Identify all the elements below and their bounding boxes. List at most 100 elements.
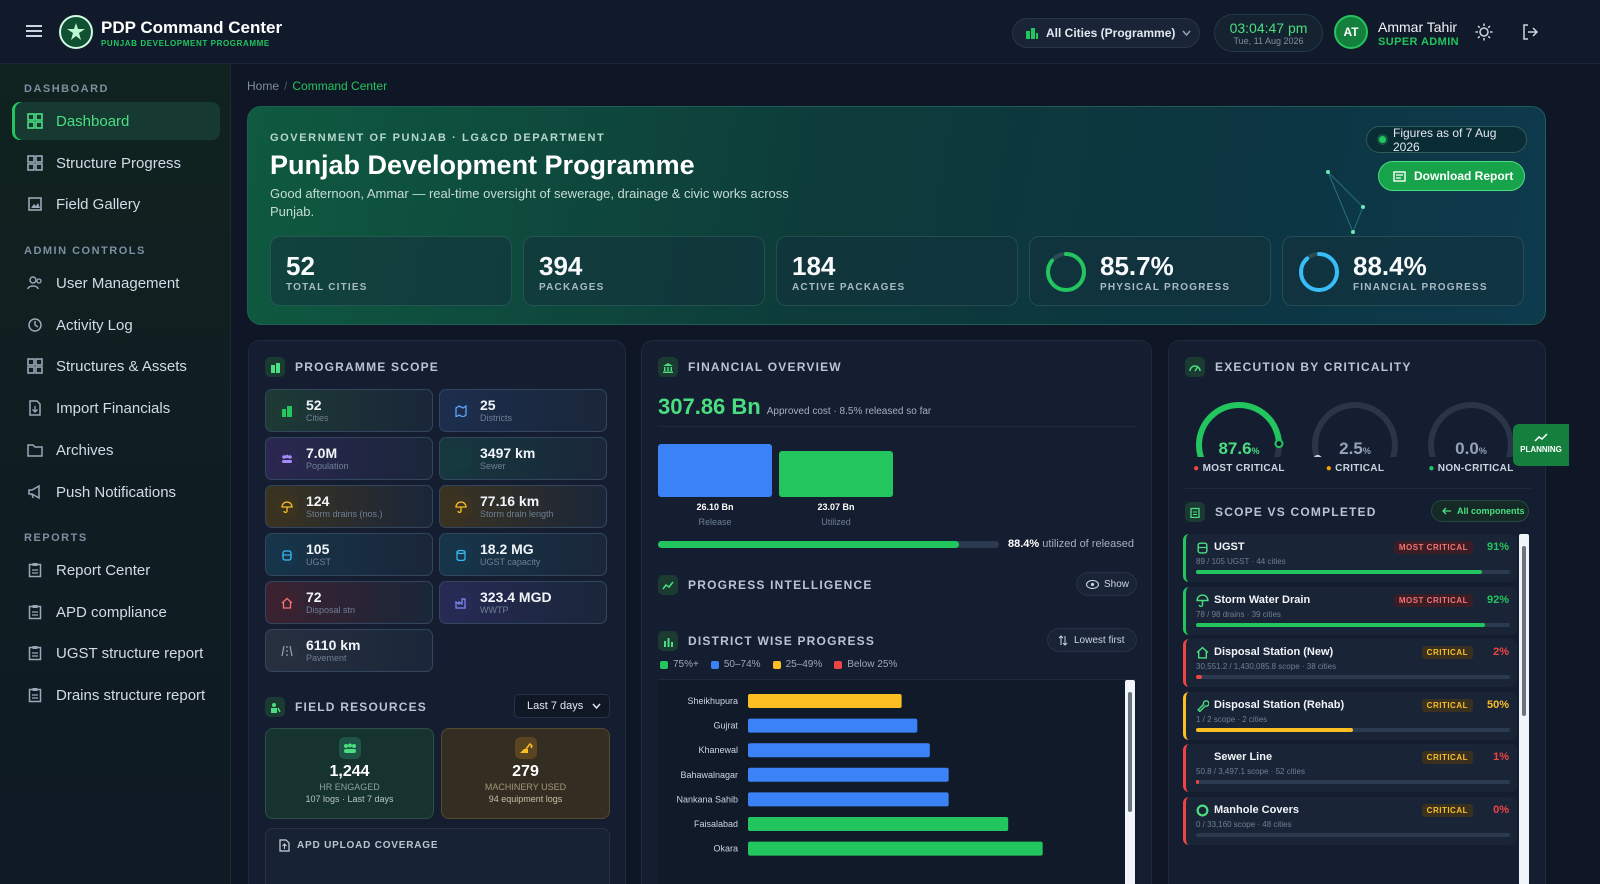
sidebar-item-report-center[interactable]: Report Center <box>12 551 220 589</box>
district-bar[interactable] <box>748 694 902 708</box>
bar-label: Bahawalnagar <box>680 770 738 780</box>
gauge-dot: ● <box>1193 463 1203 474</box>
scope-tile: 7.0M Population <box>265 437 433 480</box>
programme-scope-title: PROGRAMME SCOPE <box>295 360 440 374</box>
criticality-badge: MOST CRITICAL <box>1393 541 1473 554</box>
apd-upload-coverage-card: APD UPLOAD COVERAGE <box>265 828 610 884</box>
scope-list-scrollbar[interactable] <box>1519 534 1529 884</box>
sidebar-item-user-management[interactable]: User Management <box>12 264 220 302</box>
field-resources-title: FIELD RESOURCES <box>295 700 428 714</box>
district-bar[interactable] <box>748 718 918 733</box>
top-bar: PDP Command Center PUNJAB DEVELOPMENT PR… <box>0 0 1600 64</box>
stat-label: PACKAGES <box>539 282 605 293</box>
clipboard-icon <box>26 603 44 621</box>
scope-row-progress-track <box>1196 727 1510 732</box>
chart-scrollbar-thumb[interactable] <box>1128 692 1132 812</box>
scope-row-progress-fill <box>1196 675 1203 679</box>
financial-progress-ring <box>1299 252 1339 292</box>
scope-row-sub: 30,551.2 / 1,430,085.8 scope · 38 cities <box>1196 662 1337 671</box>
range-select[interactable]: Last 7 days <box>514 694 610 718</box>
stat-label: FINANCIAL PROGRESS <box>1353 282 1488 293</box>
sidebar-item-dashboard[interactable]: Dashboard <box>12 102 220 140</box>
scope-row-name: Manhole Covers <box>1214 803 1299 816</box>
gauge-most-critical: 87.6% ● MOST CRITICAL <box>1189 397 1289 477</box>
grid-icon <box>26 357 44 375</box>
hr-label: HR ENGAGED <box>319 782 380 792</box>
hero-greeting: Good afternoon, Ammar — real-time oversi… <box>270 186 789 219</box>
sidebar-item-ugst-report[interactable]: UGST structure report <box>12 634 220 672</box>
scope-tile-value: 6110 km <box>306 636 361 653</box>
scope-row[interactable]: Sewer Line 50.8 / 3,497.1 scope · 52 citi… <box>1183 744 1517 792</box>
chart-scrollbar[interactable] <box>1125 680 1135 884</box>
legend-swatch <box>660 660 668 669</box>
sidebar-item-push-notifications[interactable]: Push Notifications <box>12 473 220 511</box>
avatar[interactable]: AT <box>1334 15 1368 49</box>
sidebar-item-label: APD compliance <box>56 603 167 621</box>
criticality-badge: CRITICAL <box>1421 751 1473 764</box>
stat-physical-progress: 85.7% PHYSICAL PROGRESS <box>1029 236 1271 306</box>
scope-row-name: Storm Water Drain <box>1214 593 1311 606</box>
download-report-button[interactable]: Download Report <box>1378 161 1525 191</box>
scope-row-progress-track <box>1196 570 1510 574</box>
legend-swatch <box>710 660 719 669</box>
scope-row[interactable]: Storm Water Drain 78 / 98 drains · 39 cit… <box>1183 586 1517 635</box>
sidebar-item-structure-progress[interactable]: Structure Progress <box>12 144 220 182</box>
district-bar[interactable] <box>748 841 1043 856</box>
district-bar[interactable] <box>748 767 949 782</box>
financial-overview-card: FINANCIAL OVERVIEW 307.86 Bn Approved co… <box>641 340 1152 884</box>
gauge-unit: % <box>1362 446 1371 456</box>
file-import-icon <box>26 399 44 417</box>
sidebar-item-drains-report[interactable]: Drains structure report <box>12 676 220 714</box>
sort-lowest-first-button[interactable]: Lowest first <box>1047 628 1137 652</box>
scope-row[interactable]: Disposal Station (New) 30,551.2 / 1,430,0… <box>1183 639 1517 687</box>
city-select[interactable]: All Cities (Programme) <box>1012 18 1200 48</box>
stat-total-cities: 52 TOTAL CITIES <box>270 236 512 306</box>
legend-label: 50–74% <box>723 659 761 670</box>
drop-icon <box>1196 751 1209 764</box>
menu-icon[interactable] <box>26 24 42 38</box>
clipboard-icon <box>1185 502 1205 522</box>
scope-tile: 124 Storm drains (nos.) <box>265 485 433 528</box>
scope-row[interactable]: Disposal Station (Rehab) 1 / 2 scope · 2 … <box>1183 691 1517 740</box>
district-bar[interactable] <box>748 817 1009 831</box>
district-bar-chart: Sheikhupura Gujrat Khanewal Bahawalnagar Nan… <box>676 694 1043 856</box>
utilization-progress-fill <box>658 541 960 548</box>
home-icon <box>1196 646 1209 659</box>
sidebar-item-import-financials[interactable]: Import Financials <box>12 389 220 427</box>
district-bar[interactable] <box>748 792 949 807</box>
district-bar[interactable] <box>748 743 930 758</box>
theme-toggle-sun-icon[interactable] <box>1475 23 1493 41</box>
show-button[interactable]: Show <box>1076 572 1137 596</box>
sidebar-item-field-gallery[interactable]: Field Gallery <box>12 185 220 223</box>
planning-tab[interactable]: PLANNING <box>1513 424 1569 466</box>
gauge-value: 2.5% <box>1305 439 1405 459</box>
all-components-button[interactable]: All components <box>1431 500 1529 522</box>
sidebar-item-label: User Management <box>56 274 180 292</box>
factory-icon <box>450 591 472 614</box>
progress-intelligence-header: PROGRESS INTELLIGENCE <box>658 575 873 595</box>
scope-row-progress-fill <box>1196 570 1482 574</box>
scope-row[interactable]: UGST 89 / 105 UGST · 44 cities MOST CRITIC… <box>1183 534 1517 582</box>
wrench-icon <box>1196 699 1209 712</box>
gauge-number: 2.5 <box>1339 439 1363 458</box>
scope-row[interactable]: Manhole Covers 0 / 33,160 scope · 48 citi… <box>1183 796 1517 845</box>
stat-financial-progress: 88.4% FINANCIAL PROGRESS <box>1282 236 1524 306</box>
sidebar-item-archives[interactable]: Archives <box>12 431 220 469</box>
breadcrumb-home[interactable]: Home <box>247 79 279 93</box>
sidebar-item-apd-compliance[interactable]: APD compliance <box>12 593 220 631</box>
legend-item: 75%+ <box>660 659 699 670</box>
ring-fill <box>1299 252 1339 292</box>
gauge-dot: ● <box>1428 463 1438 474</box>
scope-list-scrollbar-thumb[interactable] <box>1522 546 1526 716</box>
figures-as-of-text: Figures as of 7 Aug 2026 <box>1392 125 1497 154</box>
sidebar: DASHBOARD Dashboard Structure Progress F… <box>0 64 231 884</box>
execution-criticality-header: EXECUTION BY CRITICALITY <box>1185 357 1412 377</box>
scope-tile-label: Disposal stn <box>306 604 356 615</box>
logout-icon[interactable] <box>1521 23 1539 41</box>
file-upload-icon <box>279 839 290 852</box>
sidebar-item-structures-assets[interactable]: Structures & Assets <box>12 347 220 385</box>
megaphone-icon <box>26 483 44 501</box>
sidebar-item-activity-log[interactable]: Activity Log <box>12 306 220 344</box>
gauge-non-critical: 0.0% ● NON-CRITICAL <box>1421 397 1521 477</box>
scope-tile: 72 Disposal stn <box>265 581 433 624</box>
